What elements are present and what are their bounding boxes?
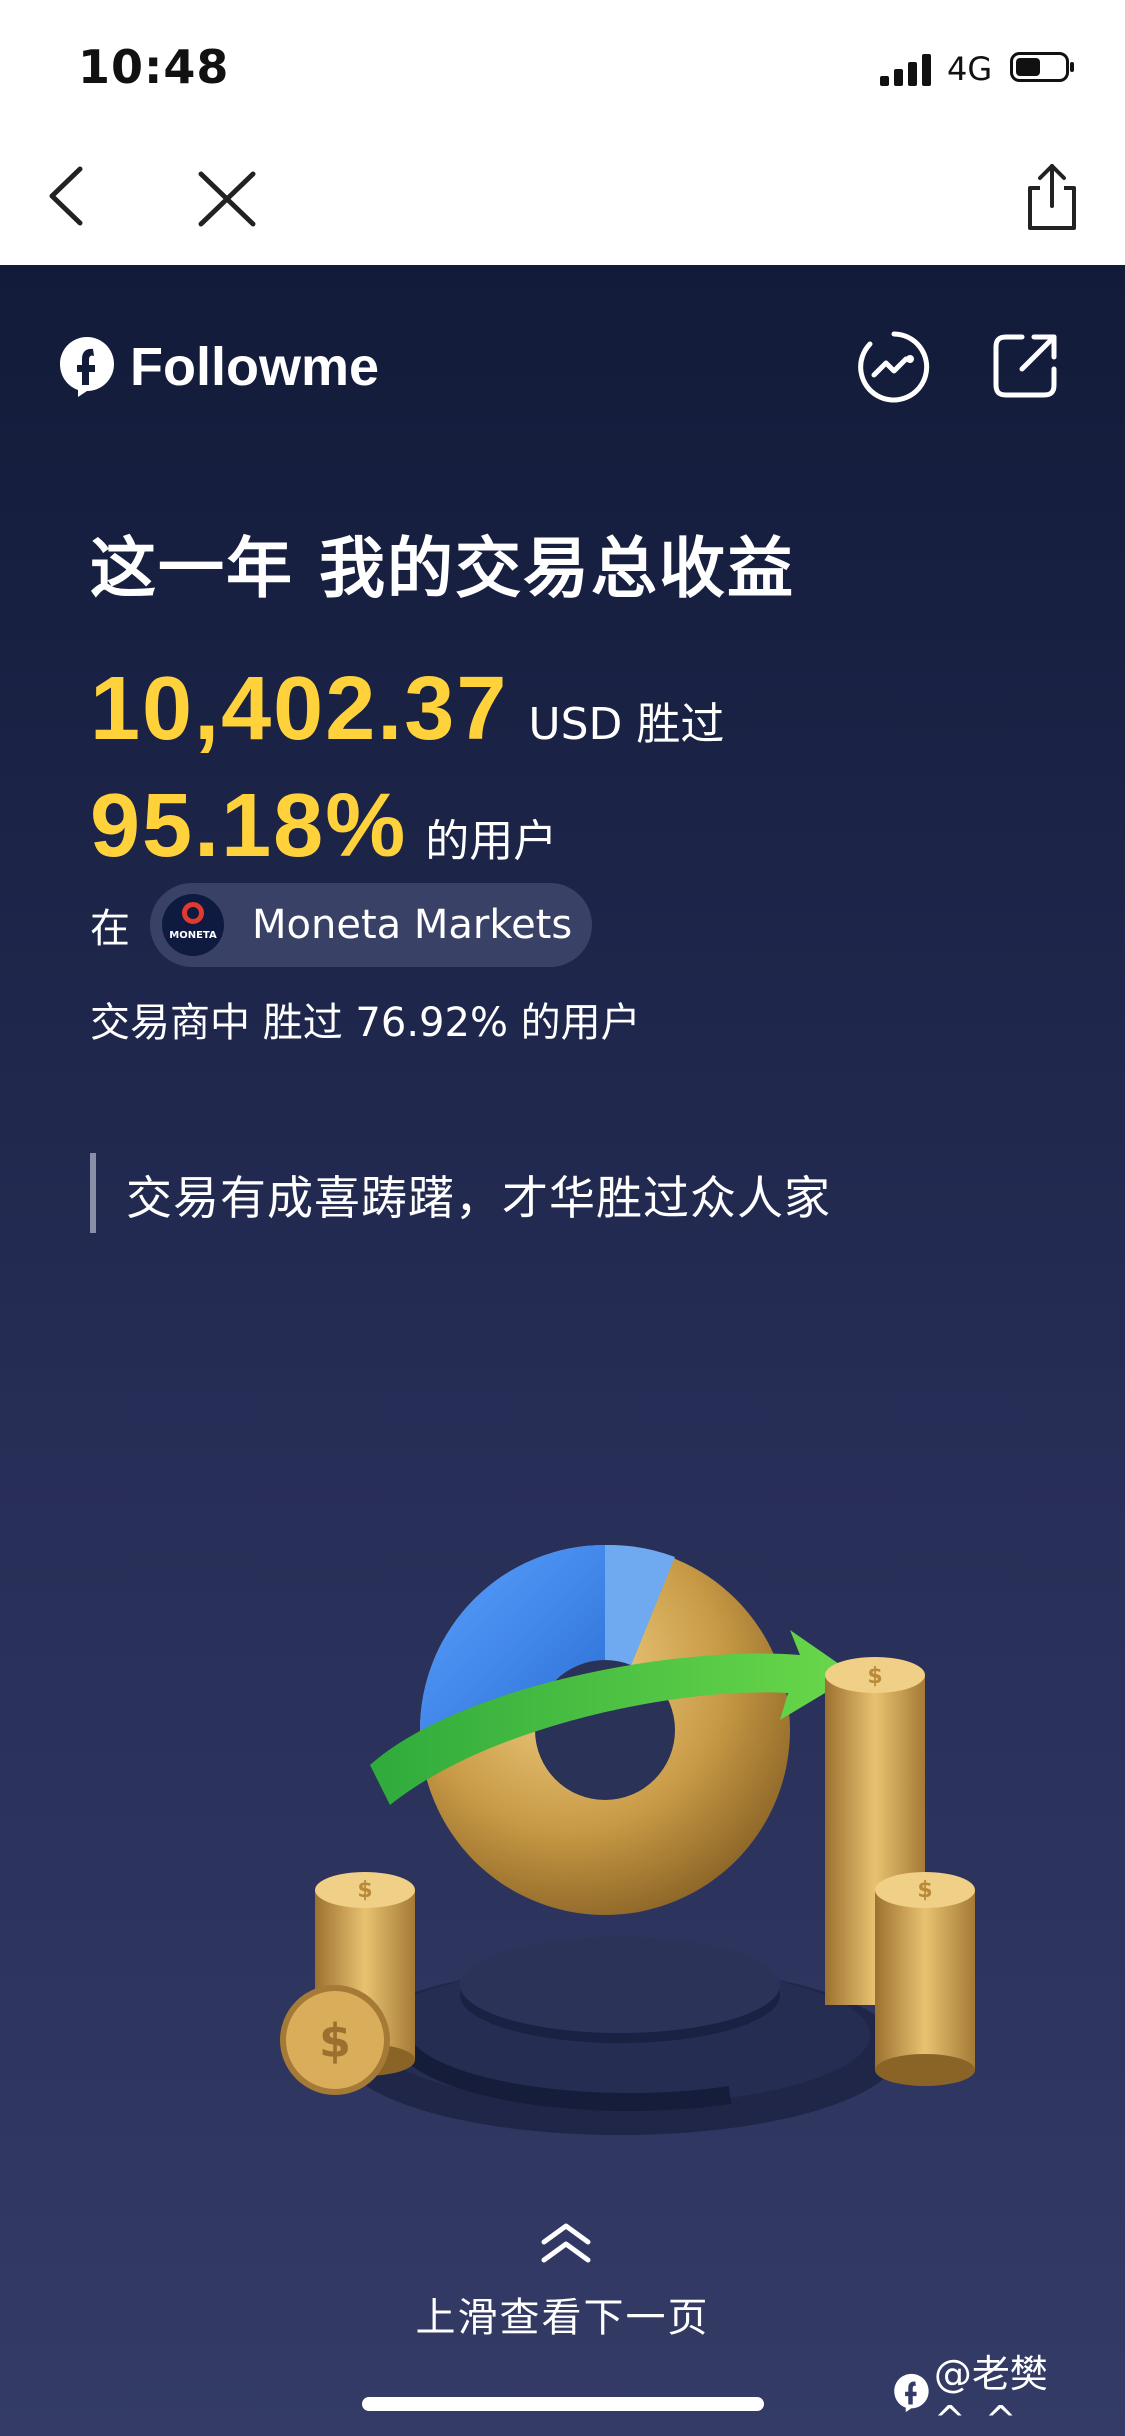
- percentile-row: 95.18% 的用户: [90, 775, 557, 878]
- brand-name: Followme: [130, 337, 380, 397]
- back-arrow-icon[interactable]: [42, 165, 92, 227]
- broker-rank-text: 交易商中 胜过 76.92% 的用户: [90, 1000, 641, 1046]
- broker-prefix: 在: [90, 906, 130, 952]
- profit-unit: USD 胜过: [528, 699, 725, 750]
- external-link-icon[interactable]: [988, 329, 1062, 403]
- percentile-value: 95.18%: [90, 776, 408, 876]
- watermark-text: @老樊^_^: [933, 2352, 1048, 2436]
- status-time: 10:48: [78, 40, 230, 94]
- broker-row: 在 MONETA Moneta Markets: [90, 883, 593, 967]
- quote-text: 交易有成喜踌躇，才华胜过众人家: [126, 1171, 831, 1225]
- profit-illustration: $ $ $ $: [280, 1544, 975, 2135]
- profit-amount: 10,402.37: [90, 659, 509, 759]
- svg-text:$: $: [357, 1878, 372, 1903]
- broker-badge[interactable]: MONETA Moneta Markets: [150, 883, 593, 967]
- followme-logo-icon: [60, 337, 114, 397]
- browser-nav-bar: [0, 130, 1125, 265]
- coin-stack-left: $ $: [280, 1872, 415, 2095]
- home-indicator[interactable]: [362, 2397, 764, 2411]
- percentile-suffix: 的用户: [425, 816, 558, 867]
- svg-text:$: $: [319, 2014, 351, 2068]
- moneta-logo-icon: MONETA: [162, 894, 224, 956]
- brand-header: Followme: [58, 335, 379, 399]
- profit-row: 10,402.37 USD 胜过: [90, 658, 724, 761]
- page-title: 这一年 我的交易总收益: [90, 530, 795, 607]
- svg-text:$: $: [867, 1664, 882, 1689]
- swipe-up-icon: [541, 2223, 591, 2263]
- signal-icon: [880, 54, 931, 86]
- close-icon[interactable]: [195, 168, 259, 230]
- swipe-hint[interactable]: 上滑查看下一页: [0, 2285, 1125, 2343]
- report-card: Followme 这一年 我的交易总收益 10,402.37 USD 胜过 95…: [0, 265, 1125, 2436]
- trend-icon[interactable]: [856, 329, 932, 405]
- watermark: @老樊^_^: [893, 2343, 1125, 2436]
- share-icon[interactable]: [1022, 162, 1082, 232]
- network-type: 4G: [947, 50, 993, 88]
- followme-logo-icon: [894, 2373, 929, 2412]
- battery-icon: [1010, 52, 1074, 82]
- broker-name: Moneta Markets: [252, 902, 573, 948]
- status-bar: 10:48 4G: [0, 0, 1125, 130]
- quote-divider: [90, 1153, 96, 1233]
- svg-text:$: $: [917, 1878, 932, 1903]
